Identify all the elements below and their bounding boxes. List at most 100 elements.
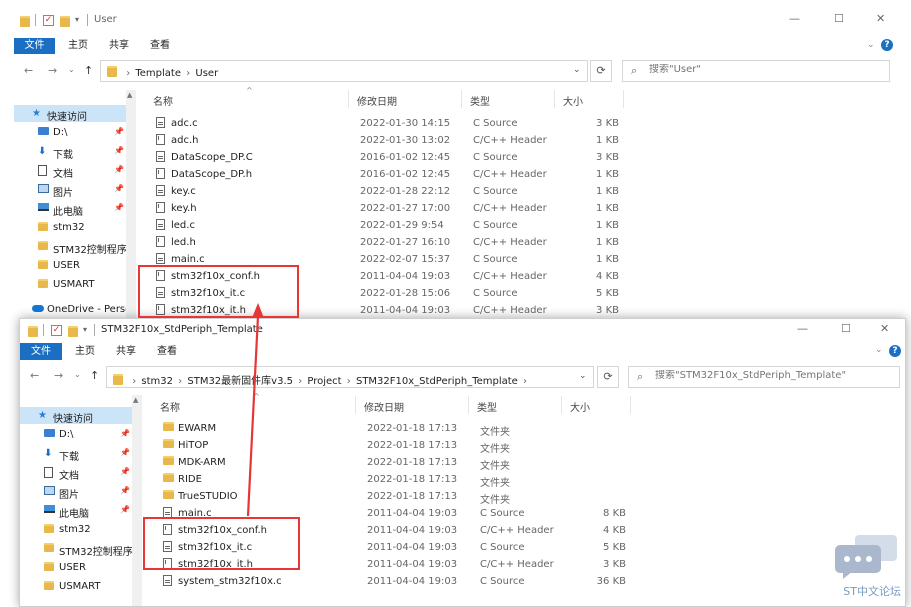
- nav-item[interactable]: 图片 📌: [20, 483, 138, 501]
- maximize-button[interactable]: ☐: [841, 322, 851, 335]
- column-size[interactable]: 大小: [570, 399, 590, 414]
- breadcrumb-user[interactable]: User: [195, 68, 218, 79]
- expand-ribbon-icon[interactable]: ⌄: [875, 345, 883, 355]
- nav-item[interactable]: 文档 📌: [14, 162, 132, 180]
- nav-item[interactable]: 此电脑 📌: [14, 200, 132, 218]
- column-date[interactable]: 修改日期: [364, 399, 404, 414]
- customize-toolbar-icon[interactable]: ▾: [83, 325, 87, 339]
- tab-home[interactable]: 主页: [61, 38, 95, 54]
- refresh-button[interactable]: ⟳: [590, 60, 612, 82]
- search-input[interactable]: [649, 64, 879, 75]
- nav-item[interactable]: stm32: [14, 219, 132, 236]
- nav-item[interactable]: USER: [20, 559, 138, 576]
- nav-item[interactable]: D:\ 📌: [20, 426, 138, 443]
- properties-icon[interactable]: ✓: [51, 325, 62, 336]
- search-input[interactable]: [655, 370, 895, 381]
- address-bar[interactable]: › Template › User ⌄: [100, 60, 588, 82]
- new-folder-icon[interactable]: [60, 16, 70, 27]
- nav-item[interactable]: USMART: [14, 276, 132, 293]
- close-button[interactable]: ✕: [880, 322, 889, 335]
- tab-view[interactable]: 查看: [150, 344, 184, 360]
- back-button[interactable]: ←: [24, 64, 33, 77]
- search-box[interactable]: ⌕: [622, 60, 890, 82]
- up-button[interactable]: ↑: [84, 64, 93, 77]
- nav-item[interactable]: 文档 📌: [20, 464, 138, 482]
- help-icon[interactable]: ?: [889, 345, 901, 357]
- nav-item[interactable]: ⬇ 下载 📌: [20, 445, 138, 463]
- properties-icon[interactable]: ✓: [43, 15, 54, 26]
- pin-icon[interactable]: 📌: [120, 505, 130, 514]
- address-dropdown-icon[interactable]: ⌄: [573, 65, 581, 75]
- breadcrumb-template[interactable]: Template: [135, 68, 181, 79]
- nav-item[interactable]: STM32控制程序: [20, 540, 138, 558]
- column-type[interactable]: 类型: [470, 93, 490, 108]
- close-button[interactable]: ✕: [876, 12, 885, 25]
- nav-item[interactable]: STM32控制程序: [14, 238, 132, 256]
- pin-icon[interactable]: 📌: [120, 429, 130, 438]
- column-type[interactable]: 类型: [477, 399, 497, 414]
- scroll-up-icon[interactable]: ▲: [127, 91, 132, 99]
- scroll-up-icon[interactable]: ▲: [133, 396, 138, 404]
- file-row[interactable]: system_stm32f10x.c 2011-04-04 19:03 C Sour…: [163, 573, 643, 590]
- recent-locations-icon[interactable]: ⌄: [68, 65, 75, 74]
- tab-share[interactable]: 共享: [102, 38, 136, 54]
- pin-icon[interactable]: 📌: [114, 184, 124, 193]
- file-row[interactable]: DataScope_DP.C 2016-01-02 12:45 C Source 3 …: [156, 149, 636, 166]
- nav-item[interactable]: OneDrive - Perso: [14, 301, 132, 318]
- file-row[interactable]: TrueSTUDIO 2022-01-18 17:13 文件夹: [163, 488, 643, 506]
- help-icon[interactable]: ?: [881, 39, 893, 51]
- search-box[interactable]: ⌕: [628, 366, 900, 388]
- nav-item[interactable]: D:\ 📌: [14, 124, 132, 141]
- forward-button[interactable]: →: [54, 369, 63, 382]
- minimize-button[interactable]: —: [797, 322, 808, 335]
- minimize-button[interactable]: —: [789, 12, 800, 25]
- recent-locations-icon[interactable]: ⌄: [74, 370, 81, 379]
- pin-icon[interactable]: 📌: [114, 203, 124, 212]
- file-row[interactable]: DataScope_DP.h 2016-01-02 12:45 C/C++ Head…: [156, 166, 636, 183]
- nav-item[interactable]: USER: [14, 257, 132, 274]
- column-name[interactable]: 名称: [153, 93, 173, 108]
- tab-view[interactable]: 查看: [143, 38, 177, 54]
- tab-file[interactable]: 文件: [20, 343, 62, 360]
- file-row[interactable]: adc.c 2022-01-30 14:15 C Source 3 KB: [156, 115, 636, 132]
- tab-share[interactable]: 共享: [109, 344, 143, 360]
- file-row[interactable]: key.h 2022-01-27 17:00 C/C++ Header 1 KB: [156, 200, 636, 217]
- nav-item[interactable]: stm32: [20, 521, 138, 538]
- forward-button[interactable]: →: [48, 64, 57, 77]
- address-dropdown-icon[interactable]: ⌄: [579, 371, 587, 381]
- pin-icon[interactable]: 📌: [114, 127, 124, 136]
- file-row[interactable]: HiTOP 2022-01-18 17:13 文件夹: [163, 437, 643, 455]
- file-row[interactable]: adc.h 2022-01-30 13:02 C/C++ Header 1 KB: [156, 132, 636, 149]
- back-button[interactable]: ←: [30, 369, 39, 382]
- nav-item[interactable]: USMART: [20, 578, 138, 595]
- column-name[interactable]: 名称: [160, 399, 180, 414]
- nav-item[interactable]: ⬇ 下载 📌: [14, 143, 132, 161]
- column-date[interactable]: 修改日期: [357, 93, 397, 108]
- maximize-button[interactable]: ☐: [834, 12, 844, 25]
- nav-item[interactable]: ★ 快速访问: [14, 105, 132, 123]
- pin-icon[interactable]: 📌: [120, 467, 130, 476]
- pin-icon[interactable]: 📌: [120, 448, 130, 457]
- nav-item[interactable]: ★ 快速访问: [20, 407, 138, 425]
- tab-file[interactable]: 文件: [14, 38, 55, 54]
- pin-icon[interactable]: 📌: [114, 165, 124, 174]
- file-row[interactable]: EWARM 2022-01-18 17:13 文件夹: [163, 420, 643, 438]
- nav-item[interactable]: 此电脑 📌: [20, 502, 138, 520]
- refresh-button[interactable]: ⟳: [597, 366, 619, 388]
- up-button[interactable]: ↑: [90, 369, 99, 382]
- pin-icon[interactable]: 📌: [114, 146, 124, 155]
- address-bar[interactable]: › stm32 › STM32最新固件库v3.5 › Project › STM…: [106, 366, 594, 388]
- navigation-scrollbar[interactable]: ▲: [126, 90, 136, 324]
- file-row[interactable]: led.c 2022-01-29 9:54 C Source 1 KB: [156, 217, 636, 234]
- file-row[interactable]: MDK-ARM 2022-01-18 17:13 文件夹: [163, 454, 643, 472]
- pin-icon[interactable]: 📌: [120, 486, 130, 495]
- breadcrumb-stm32[interactable]: stm32: [141, 376, 173, 387]
- expand-ribbon-icon[interactable]: ⌄: [867, 40, 875, 50]
- customize-toolbar-icon[interactable]: ▾: [75, 15, 79, 29]
- column-size[interactable]: 大小: [563, 93, 583, 108]
- file-row[interactable]: RIDE 2022-01-18 17:13 文件夹: [163, 471, 643, 489]
- breadcrumb-firmware[interactable]: STM32最新固件库v3.5: [187, 376, 293, 387]
- nav-item[interactable]: 图片 📌: [14, 181, 132, 199]
- breadcrumb-template[interactable]: STM32F10x_StdPeriph_Template: [356, 376, 518, 387]
- file-row[interactable]: key.c 2022-01-28 22:12 C Source 1 KB: [156, 183, 636, 200]
